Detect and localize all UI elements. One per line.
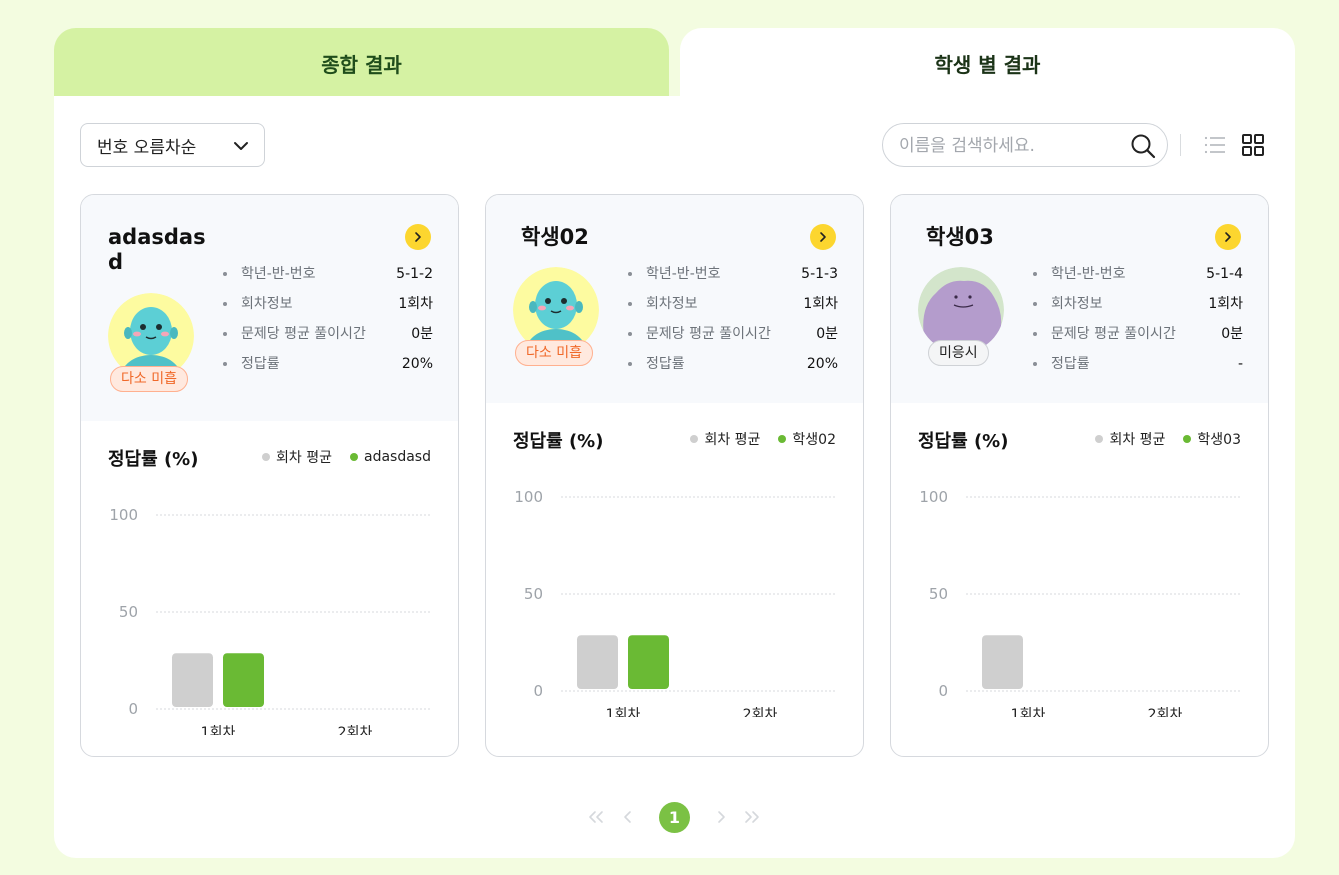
info-session: 회차정보 1회차 [628, 289, 838, 319]
info-session: 회차정보 1회차 [1033, 289, 1243, 319]
sort-dropdown[interactable]: 번호 오름차순 [80, 123, 265, 167]
legend-student: 학생02 [778, 429, 836, 449]
y-tick-label: 0 [938, 682, 948, 700]
y-tick-label: 50 [929, 585, 948, 603]
legend-average: 회차 평균 [690, 429, 760, 449]
y-tick-label: 50 [524, 585, 543, 603]
chevron-left-icon[interactable] [613, 802, 643, 832]
student-card-header: adasdasd 다소 미흡 학년-반-번호 5-1-2 회차정보 1회차 문제… [81, 195, 458, 421]
info-grade: 학년-반-번호 5-1-4 [1033, 259, 1243, 289]
student-avatar: 다소 미흡 [108, 293, 194, 393]
grid-view-icon[interactable] [1241, 133, 1265, 157]
search-input[interactable] [899, 133, 1119, 159]
info-avg-time: 문제당 평균 풀이시간 0분 [223, 319, 433, 349]
bar [223, 653, 264, 707]
bar [628, 635, 669, 689]
y-tick-label: 0 [533, 682, 543, 700]
student-info-list: 학년-반-번호 5-1-2 회차정보 1회차 문제당 평균 풀이시간 0분 정답률 20… [223, 259, 433, 379]
y-tick-label: 100 [514, 488, 543, 506]
student-detail-button[interactable] [1215, 224, 1241, 250]
accuracy-bar-chart: 0 50 100 1회차 2회차 [109, 506, 432, 735]
status-badge: 미응시 [928, 340, 989, 366]
student-name: 학생02 [521, 225, 589, 249]
y-tick-label: 0 [128, 700, 138, 718]
status-badge: 다소 미흡 [110, 366, 188, 392]
x-tick-label: 1회차 [1011, 707, 1046, 717]
double-chevron-left-icon[interactable] [581, 802, 611, 832]
search-box [882, 123, 1168, 167]
status-badge: 다소 미흡 [515, 340, 593, 366]
info-session: 회차정보 1회차 [223, 289, 433, 319]
legend-student: adasdasd [350, 447, 431, 467]
student-avatar: 다소 미흡 [513, 267, 599, 367]
x-tick-label: 1회차 [606, 707, 641, 717]
legend-average: 회차 평균 [262, 447, 332, 467]
x-tick-label: 2회차 [743, 707, 778, 717]
chart-legend: 회차 평균 학생02 [690, 429, 836, 449]
info-grade: 학년-반-번호 5-1-3 [628, 259, 838, 289]
page-number-current[interactable]: 1 [659, 802, 690, 833]
double-chevron-right-icon[interactable] [737, 802, 767, 832]
student-detail-button[interactable] [810, 224, 836, 250]
chevron-down-icon [234, 142, 248, 150]
info-grade: 학년-반-번호 5-1-2 [223, 259, 433, 289]
student-card-header: 학생03 미응시 학년-반-번호 5-1-4 회차정보 1회차 문제당 평균 풀이시… [891, 195, 1268, 403]
chart-legend: 회차 평균 학생03 [1095, 429, 1241, 449]
student-card: 학생03 미응시 학년-반-번호 5-1-4 회차정보 1회차 문제당 평균 풀이시… [890, 194, 1269, 757]
search-icon[interactable] [1129, 132, 1157, 160]
x-tick-label: 1회차 [201, 725, 236, 735]
chart-legend: 회차 평균 adasdasd [262, 447, 431, 467]
student-card: 학생02 다소 미흡 학년-반-번호 5-1-3 회차정보 1회차 문제당 평균… [485, 194, 864, 757]
chevron-right-icon[interactable] [706, 802, 736, 832]
y-tick-label: 100 [919, 488, 948, 506]
info-avg-time: 문제당 평균 풀이시간 0분 [1033, 319, 1243, 349]
list-view-icon[interactable] [1203, 133, 1227, 157]
accuracy-bar-chart: 0 50 100 1회차 2회차 [919, 488, 1242, 717]
bar [172, 653, 213, 707]
student-name: adasdasd [108, 225, 206, 274]
student-name: 학생03 [926, 225, 994, 249]
x-tick-label: 2회차 [338, 725, 373, 735]
x-tick-label: 2회차 [1148, 707, 1183, 717]
chart-title: 정답률 (%) [918, 431, 1009, 452]
results-panel: 번호 오름차순 adasdasd [54, 96, 1295, 858]
legend-average: 회차 평균 [1095, 429, 1165, 449]
bar [577, 635, 618, 689]
chevron-right-icon [1225, 232, 1231, 242]
info-accuracy: 정답률 20% [628, 349, 838, 379]
chevron-right-icon [415, 232, 421, 242]
info-accuracy: 정답률 - [1033, 349, 1243, 379]
tab-overall-results[interactable]: 종합 결과 [54, 28, 669, 98]
y-tick-label: 100 [109, 506, 138, 524]
student-avatar: 미응시 [918, 267, 1004, 367]
student-detail-button[interactable] [405, 224, 431, 250]
accuracy-bar-chart: 0 50 100 1회차 2회차 [514, 488, 837, 717]
legend-student: 학생03 [1183, 429, 1241, 449]
student-card-header: 학생02 다소 미흡 학년-반-번호 5-1-3 회차정보 1회차 문제당 평균… [486, 195, 863, 403]
y-tick-label: 50 [119, 603, 138, 621]
chart-title: 정답률 (%) [108, 449, 199, 470]
chevron-right-icon [820, 232, 826, 242]
result-tabs: 종합 결과 학생 별 결과 [54, 28, 1295, 98]
info-avg-time: 문제당 평균 풀이시간 0분 [628, 319, 838, 349]
chart-title: 정답률 (%) [513, 431, 604, 452]
sort-dropdown-label: 번호 오름차순 [97, 137, 197, 158]
student-info-list: 학년-반-번호 5-1-4 회차정보 1회차 문제당 평균 풀이시간 0분 정답률 - [1033, 259, 1243, 379]
pagination: 1 [54, 802, 1295, 833]
info-accuracy: 정답률 20% [223, 349, 433, 379]
student-info-list: 학년-반-번호 5-1-3 회차정보 1회차 문제당 평균 풀이시간 0분 정답률 20… [628, 259, 838, 379]
student-card: adasdasd 다소 미흡 학년-반-번호 5-1-2 회차정보 1회차 문제… [80, 194, 459, 757]
bar [982, 635, 1023, 689]
tab-student-results[interactable]: 학생 별 결과 [680, 28, 1295, 98]
toolbar-divider [1180, 134, 1181, 156]
